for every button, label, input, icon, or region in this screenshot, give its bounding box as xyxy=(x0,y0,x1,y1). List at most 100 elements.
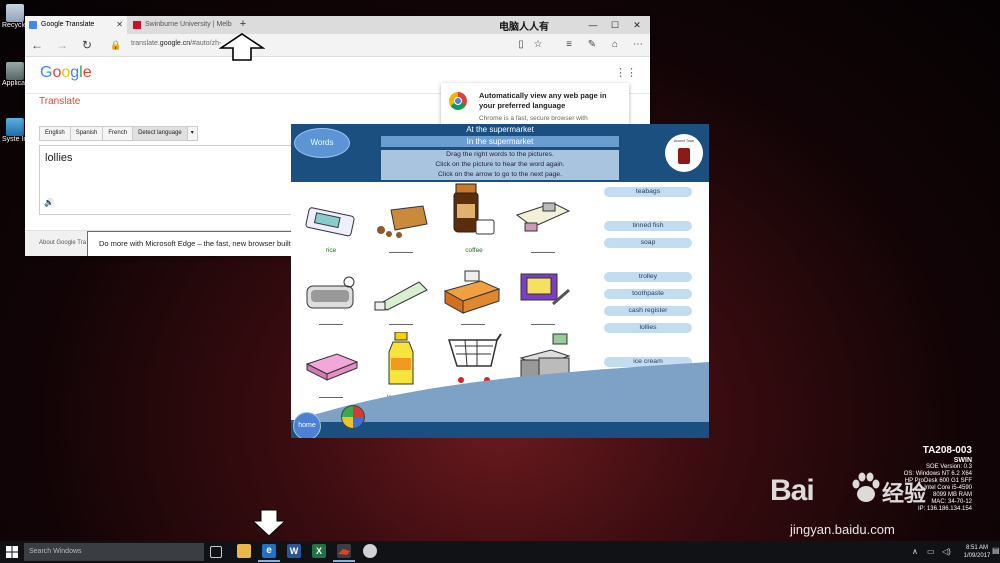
word-cash-register[interactable]: cash register xyxy=(604,306,692,316)
desktop-icon-app-catalog[interactable]: Applica Catal xyxy=(2,62,28,87)
blank-slot[interactable] xyxy=(389,252,413,253)
baidu-jingyan-text: 经验 xyxy=(882,481,927,506)
coffee-picture[interactable] xyxy=(436,182,498,242)
game-app-icon[interactable] xyxy=(333,544,355,562)
logo-text: Around Town xyxy=(673,139,695,143)
tab-label: Swinburne University | Melb xyxy=(145,21,232,28)
teabags-picture[interactable] xyxy=(511,197,573,237)
word-teabags[interactable]: teabags xyxy=(604,187,692,197)
color-wheel-icon[interactable] xyxy=(341,405,365,429)
back-icon[interactable]: ← xyxy=(28,34,46,56)
around-town-logo[interactable]: Around Town xyxy=(665,134,703,172)
lock-icon: 🔒 xyxy=(110,40,122,50)
forward-icon[interactable]: → xyxy=(53,34,71,56)
instruction-line: Drag the right words to the pictures. xyxy=(446,151,554,158)
edge-browser-icon[interactable]: e xyxy=(258,544,280,562)
tab-google-translate[interactable]: Google Translate ✕ xyxy=(25,16,127,34)
game-title: At the supermarket xyxy=(466,125,534,134)
annotation-down-arrow-icon xyxy=(252,509,286,537)
word-lollies[interactable]: lollies xyxy=(604,323,692,333)
url-field[interactable]: translate.google.cn/#auto/zh- xyxy=(131,40,221,47)
tray-chevron-icon[interactable]: ∧ xyxy=(912,541,918,563)
words-button[interactable]: Words xyxy=(294,128,350,158)
google-logo-letter: o xyxy=(61,64,71,81)
google-logo-letter: g xyxy=(70,64,80,81)
more-icon[interactable]: ⋯ xyxy=(630,34,646,56)
url-domain: google.cn xyxy=(159,40,191,47)
favorite-star-icon[interactable]: ☆ xyxy=(530,34,546,56)
apps-grid-icon[interactable]: ⋮⋮ xyxy=(615,66,637,79)
chrome-promo-subtitle: Chrome is a fast, secure browser with xyxy=(479,115,588,122)
baidu-url: jingyan.baidu.com xyxy=(790,522,895,537)
tinned-fish-picture[interactable] xyxy=(301,272,363,322)
windows-start-icon[interactable] xyxy=(6,546,18,558)
volume-icon[interactable]: ◁) xyxy=(942,541,951,563)
google-logo[interactable]: Google xyxy=(40,64,92,82)
url-prefix: translate. xyxy=(131,40,160,47)
hostname: TA208-003 xyxy=(922,445,972,456)
taskbar: Search Windows e W X ∧ ▭ ◁) 8:51 AM 1/09… xyxy=(0,541,1000,563)
maximize-button[interactable]: ☐ xyxy=(604,16,626,34)
blank-slot[interactable] xyxy=(461,324,485,325)
refresh-icon[interactable]: ↻ xyxy=(78,34,96,56)
ice-cream-picture[interactable] xyxy=(513,264,575,314)
word-app-icon[interactable]: W xyxy=(287,544,301,558)
listen-speaker-icon[interactable]: 🔊 xyxy=(44,198,54,207)
excel-app-icon[interactable]: X xyxy=(312,544,326,558)
taskbar-search-box[interactable]: Search Windows xyxy=(24,543,204,561)
misc-app-icon[interactable] xyxy=(363,544,377,558)
word-toothpaste[interactable]: toothpaste xyxy=(604,289,692,299)
network-icon[interactable]: ▭ xyxy=(927,541,935,563)
cash-register-picture[interactable] xyxy=(441,267,503,317)
address-bar: ← → ↻ 🔒 translate.google.cn/#auto/zh- ▯ … xyxy=(25,34,650,57)
word-soap[interactable]: soap xyxy=(604,238,692,248)
action-center-icon[interactable]: ▤ xyxy=(992,546,1000,555)
blank-slot[interactable] xyxy=(531,252,555,253)
reading-view-icon[interactable]: ▯ xyxy=(513,34,529,56)
lang-tab-detect[interactable]: Detect language xyxy=(133,127,188,140)
web-note-icon[interactable]: ✎ xyxy=(584,34,600,56)
word-tinned-fish[interactable]: tinned fish xyxy=(604,221,692,231)
desktop-icon-recycle-bin[interactable]: Recycle xyxy=(2,4,27,29)
close-window-button[interactable]: ✕ xyxy=(626,16,648,34)
blank-slot[interactable] xyxy=(389,324,413,325)
minimize-button[interactable]: — xyxy=(582,16,604,34)
lang-tab-english[interactable]: English xyxy=(40,127,71,140)
game-subtitle: In the supermarket xyxy=(381,136,619,147)
chrome-logo-icon xyxy=(449,92,467,110)
nuts-picture[interactable] xyxy=(371,202,433,242)
close-tab-icon[interactable]: ✕ xyxy=(116,16,123,34)
blank-slot[interactable] xyxy=(319,324,343,325)
game-board: rice coffee teabags tinned fish soap tro… xyxy=(291,182,709,422)
instruction-line: Click on the picture to hear the word ag… xyxy=(435,161,565,168)
about-google-link[interactable]: About Google Tra xyxy=(39,240,86,246)
google-logo-letter: e xyxy=(82,64,92,81)
file-explorer-icon[interactable] xyxy=(237,544,251,558)
source-text-area[interactable]: lollies 🔊 xyxy=(39,145,310,215)
share-icon[interactable]: ⌂ xyxy=(607,34,623,56)
lang-tab-spanish[interactable]: Spanish xyxy=(70,127,104,140)
blank-slot[interactable] xyxy=(531,324,555,325)
toothpaste-picture[interactable] xyxy=(371,274,433,314)
lang-dropdown-icon[interactable]: ▾ xyxy=(187,127,197,140)
game-instructions: Drag the right words to the pictures. Cl… xyxy=(381,150,619,180)
baidu-brand-text: Bai xyxy=(770,474,815,507)
clock-date: 1/09/2017 xyxy=(963,553,991,559)
hub-icon[interactable]: ≡ xyxy=(561,34,577,56)
baidu-paw-icon xyxy=(852,472,880,502)
task-view-icon[interactable] xyxy=(210,546,222,558)
lang-tab-french[interactable]: French xyxy=(103,127,134,140)
source-text: lollies xyxy=(45,152,73,164)
chrome-promo-title: Automatically view any web page in your … xyxy=(479,91,607,110)
home-button[interactable]: home xyxy=(293,412,321,438)
label-rice: rice xyxy=(325,247,337,254)
app-catalog-icon xyxy=(6,62,24,80)
label-coffee: coffee xyxy=(465,247,483,254)
word-trolley[interactable]: trolley xyxy=(604,272,692,282)
org-name: SWIN xyxy=(953,457,972,464)
rice-picture[interactable] xyxy=(301,202,363,242)
annotation-up-arrow-icon xyxy=(219,33,265,61)
desktop-icon-system-info[interactable]: Syste Inform xyxy=(2,118,28,143)
clock[interactable]: 8:51 AM 1/09/2017 xyxy=(962,544,992,560)
instruction-line: Click on the arrow to go to the next pag… xyxy=(438,171,562,178)
